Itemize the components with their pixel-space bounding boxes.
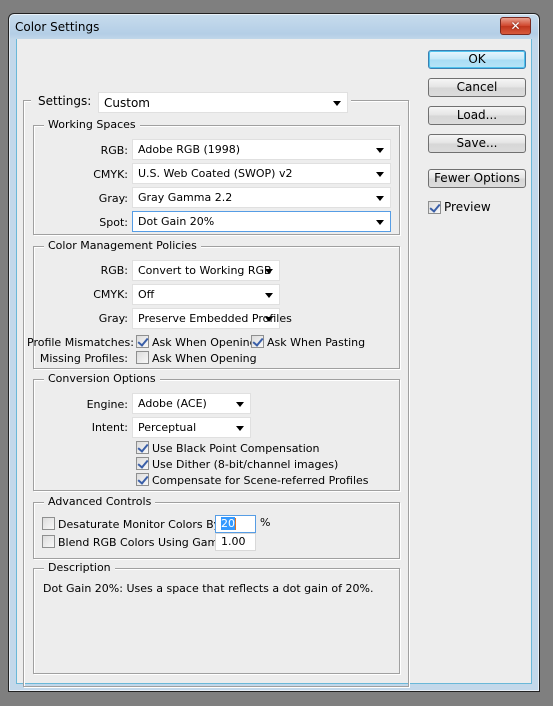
dialog-title: Color Settings: [15, 20, 100, 34]
settings-value: Custom: [104, 96, 150, 110]
color-settings-dialog: Color Settings ✕ OK Cancel Load... Save.…: [8, 13, 540, 692]
policy-rgb-select[interactable]: Convert to Working RGB: [132, 260, 280, 281]
missing-ask-opening-checkbox[interactable]: [136, 351, 149, 364]
policy-cmyk-label: CMYK:: [93, 288, 128, 301]
title-bar[interactable]: Color Settings ✕: [9, 14, 539, 39]
ws-rgb-select[interactable]: Adobe RGB (1998): [132, 139, 391, 160]
cancel-button[interactable]: Cancel: [428, 78, 526, 97]
black-point-checkbox[interactable]: [136, 441, 149, 454]
policy-rgb-label: RGB:: [100, 264, 128, 277]
ws-spot-value: Dot Gain 20%: [138, 215, 215, 228]
desaturate-label: Desaturate Monitor Colors By:: [58, 518, 224, 531]
blend-gamma-checkbox[interactable]: [42, 535, 55, 548]
desaturate-input[interactable]: 20: [215, 515, 256, 533]
ws-cmyk-value: U.S. Web Coated (SWOP) v2: [138, 167, 293, 180]
chevron-down-icon: [236, 402, 244, 407]
intent-label: Intent:: [91, 421, 128, 434]
policy-gray-select[interactable]: Preserve Embedded Profiles: [132, 308, 292, 329]
chevron-down-icon: [376, 196, 384, 201]
advanced-title: Advanced Controls: [44, 495, 156, 508]
chevron-down-icon: [333, 101, 341, 106]
chevron-down-icon: [265, 317, 273, 322]
save-button[interactable]: Save...: [428, 134, 526, 153]
ws-gray-label: Gray:: [98, 192, 128, 205]
engine-label: Engine:: [86, 398, 128, 411]
desaturate-value: 20: [221, 517, 235, 530]
description-title: Description: [44, 561, 115, 574]
ws-spot-select[interactable]: Dot Gain 20%: [132, 211, 391, 232]
description-text: Dot Gain 20%: Uses a space that reflects…: [43, 582, 374, 595]
desaturate-unit: %: [260, 516, 271, 529]
blend-gamma-label: Blend RGB Colors Using Gamma:: [58, 536, 240, 549]
preview-checkbox[interactable]: [428, 201, 441, 214]
blend-gamma-value: 1.00: [221, 535, 246, 548]
engine-select[interactable]: Adobe (ACE): [132, 393, 251, 414]
policy-cmyk-select[interactable]: Off: [132, 284, 280, 305]
ws-gray-select[interactable]: Gray Gamma 2.2: [132, 187, 391, 208]
ws-cmyk-label: CMYK:: [93, 168, 128, 181]
dialog-body: OK Cancel Load... Save... Fewer Options …: [16, 39, 532, 687]
chevron-down-icon: [236, 426, 244, 431]
mismatch-ask-opening-label: Ask When Opening: [152, 336, 257, 349]
chevron-down-icon: [376, 148, 384, 153]
ok-button[interactable]: OK: [428, 50, 526, 69]
ws-spot-label: Spot:: [99, 216, 128, 229]
working-spaces-title: Working Spaces: [44, 118, 140, 131]
dither-checkbox[interactable]: [136, 457, 149, 470]
missing-ask-opening-label: Ask When Opening: [152, 352, 257, 365]
mismatch-ask-pasting-label: Ask When Pasting: [267, 336, 366, 349]
ws-rgb-value: Adobe RGB (1998): [138, 143, 241, 156]
ws-rgb-label: RGB:: [100, 144, 128, 157]
blend-gamma-input[interactable]: 1.00: [215, 533, 256, 551]
intent-select[interactable]: Perceptual: [132, 417, 251, 438]
settings-label: Settings:: [38, 94, 92, 108]
chevron-down-icon: [265, 293, 273, 298]
chevron-down-icon: [265, 269, 273, 274]
ws-cmyk-select[interactable]: U.S. Web Coated (SWOP) v2: [132, 163, 391, 184]
black-point-label: Use Black Point Compensation: [152, 442, 320, 455]
chevron-down-icon: [376, 172, 384, 177]
desaturate-checkbox[interactable]: [42, 517, 55, 530]
settings-select[interactable]: Custom: [98, 92, 348, 113]
preview-label: Preview: [444, 200, 491, 214]
engine-value: Adobe (ACE): [138, 397, 207, 410]
intent-value: Perceptual: [138, 421, 197, 434]
scene-referred-label: Compensate for Scene-referred Profiles: [152, 474, 369, 487]
missing-profiles-label: Missing Profiles:: [39, 352, 128, 365]
mismatch-ask-opening-checkbox[interactable]: [136, 335, 149, 348]
scene-referred-checkbox[interactable]: [136, 473, 149, 486]
profile-mismatches-label: Profile Mismatches:: [27, 336, 134, 349]
load-button[interactable]: Load...: [428, 106, 526, 125]
conversion-title: Conversion Options: [44, 372, 160, 385]
text-caret: [235, 518, 236, 530]
policy-rgb-value: Convert to Working RGB: [138, 264, 272, 277]
dither-label: Use Dither (8-bit/channel images): [152, 458, 339, 471]
policies-title: Color Management Policies: [44, 239, 201, 252]
mismatch-ask-pasting-checkbox[interactable]: [251, 335, 264, 348]
fewer-options-button[interactable]: Fewer Options: [428, 169, 526, 188]
policy-cmyk-value: Off: [138, 288, 155, 301]
chevron-down-icon: [376, 220, 384, 225]
close-button[interactable]: ✕: [500, 17, 531, 35]
close-icon: ✕: [510, 19, 521, 33]
policy-gray-label: Gray:: [98, 312, 128, 325]
ws-gray-value: Gray Gamma 2.2: [138, 191, 233, 204]
